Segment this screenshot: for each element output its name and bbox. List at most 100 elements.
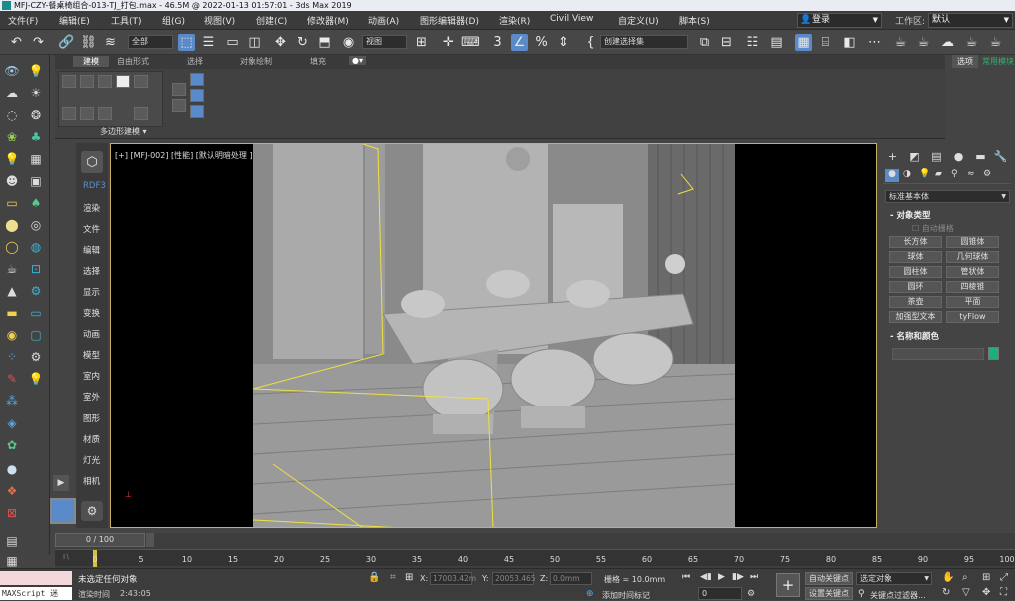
ring-icon[interactable]: ◌ <box>3 107 21 123</box>
rdf-item-materials[interactable]: 材质 <box>83 433 100 445</box>
mirror-icon[interactable]: ⧉ <box>696 34 713 51</box>
orbit-icon[interactable]: ↻ <box>942 587 950 598</box>
menu-graph-editors[interactable]: 图形编辑器(D) <box>420 14 479 27</box>
spinner-snap-icon[interactable]: ⇕ <box>555 34 572 51</box>
sphere-button[interactable]: 球体 <box>889 251 942 263</box>
undo-icon[interactable]: ↶ <box>8 34 25 51</box>
geosphere-button[interactable]: 几何球体 <box>946 251 999 263</box>
perspective-viewport[interactable]: [+] [MFJ-002] [性能] [默认明暗处理 ] ⊥ <box>110 143 877 528</box>
lamp-icon[interactable]: 💡 <box>27 371 45 387</box>
teapot-icon[interactable]: ☕ <box>3 261 21 277</box>
particles-icon[interactable]: ⁂ <box>3 393 21 409</box>
helpers-icon[interactable]: ⚲ <box>951 169 958 179</box>
selection-lock-icon[interactable]: ⌗ <box>390 572 396 583</box>
maxscript-input[interactable]: MAXScript 迷 <box>0 587 72 600</box>
tab-selection[interactable]: 选择 <box>187 56 203 67</box>
pivot-center-icon[interactable]: ⊞ <box>413 34 430 51</box>
display-tab-icon[interactable]: ▬ <box>973 149 988 164</box>
maxscript-listener[interactable] <box>0 571 72 585</box>
reference-coord-dropdown[interactable]: 视图 <box>362 35 407 49</box>
align-icon[interactable]: ⊟ <box>718 34 735 51</box>
tube-button[interactable]: 管状体 <box>946 266 999 278</box>
next-frame-icon[interactable]: ▮▶ <box>732 572 744 582</box>
name-color-header[interactable]: - 名称和颜色 <box>890 330 939 342</box>
ribbon-tool-button[interactable] <box>116 75 130 88</box>
teapot-icon[interactable]: ☕ <box>987 34 1004 51</box>
eye-icon[interactable]: 👁 <box>3 63 21 79</box>
rdf-item-transform[interactable]: 变换 <box>83 307 100 319</box>
ribbon-options-icon[interactable]: ●▾ <box>349 56 366 65</box>
rdf-item-display[interactable]: 显示 <box>83 286 100 298</box>
tab-populate[interactable]: 填充 <box>310 56 326 67</box>
curve-editor-icon[interactable]: ▦ <box>795 34 812 51</box>
ball-icon[interactable]: ● <box>3 461 21 477</box>
menu-file[interactable]: 文件(F) <box>8 14 38 27</box>
cube-icon[interactable]: ⬡ <box>81 151 103 173</box>
fluid-icon[interactable]: ◈ <box>3 415 21 431</box>
window-crossing-icon[interactable]: ◫ <box>246 34 263 51</box>
edit-named-selection-icon[interactable]: { <box>582 34 599 51</box>
target-icon[interactable]: ◎ <box>27 217 45 233</box>
globe-icon[interactable]: ◍ <box>27 239 45 255</box>
sphere-icon[interactable]: ⬤ <box>3 217 21 233</box>
rdf-item-select[interactable]: 选择 <box>83 265 100 277</box>
rdf-item-cameras[interactable]: 相机 <box>83 475 100 487</box>
rendered-frame-window-icon[interactable]: ☕ <box>892 34 909 51</box>
rdf-item-render[interactable]: 渲染 <box>83 202 100 214</box>
tab-object-paint[interactable]: 对象绘制 <box>240 56 272 67</box>
snaps-toggle-icon[interactable]: 3 <box>489 34 506 51</box>
add-time-tag[interactable]: 添加时间标记 <box>602 590 650 601</box>
play-icon[interactable]: ▶ <box>718 572 725 582</box>
scale-icon[interactable]: ⬒ <box>316 34 333 51</box>
login-dropdown[interactable]: 👤 登录 ▼ <box>797 13 882 28</box>
object-color-swatch[interactable] <box>988 347 999 360</box>
auto-key-button[interactable]: 自动关键点 <box>805 572 853 585</box>
x-coordinate-field[interactable]: 17003.42m <box>430 572 476 585</box>
geometry-icon[interactable]: ● <box>885 169 899 182</box>
ribbon-tool-button[interactable] <box>80 75 94 88</box>
rdf-item-shapes[interactable]: 图形 <box>83 412 100 424</box>
plant-icon[interactable]: ♠ <box>27 195 45 211</box>
schematic-view-icon[interactable]: ⌸ <box>817 34 834 51</box>
track-bar-toggle-icon[interactable]: I∖ <box>63 553 70 561</box>
rdf-item-interior[interactable]: 室内 <box>83 370 100 382</box>
spray-icon[interactable]: ✎ <box>3 371 21 387</box>
set-key-button[interactable]: 设置关键点 <box>805 587 853 600</box>
document-icon[interactable]: ▤ <box>3 533 21 549</box>
field-of-view-icon[interactable]: ▽ <box>962 587 970 598</box>
cylinder-button[interactable]: 圆柱体 <box>889 266 942 278</box>
absolute-mode-icon[interactable]: ⊞ <box>405 572 413 583</box>
motion-tab-icon[interactable]: ● <box>951 149 966 164</box>
key-filter-icon[interactable]: ⚲ <box>858 589 865 599</box>
previous-frame-icon[interactable]: ◀▮ <box>700 572 712 582</box>
cloud-icon[interactable]: ☁ <box>3 85 21 101</box>
ribbon-tool-button[interactable] <box>134 107 148 120</box>
ribbon-tool-button[interactable] <box>62 75 76 88</box>
selection-filter-dropdown[interactable]: 全部 <box>128 35 173 49</box>
render-production-icon[interactable]: ☕ <box>915 34 932 51</box>
zoom-extents-icon[interactable]: ⊞ <box>982 572 990 583</box>
menu-animation[interactable]: 动画(A) <box>368 14 399 27</box>
sprout-icon[interactable]: ❀ <box>3 129 21 145</box>
rdf-item-lights[interactable]: 灯光 <box>83 454 100 466</box>
set-key-plus-button[interactable]: + <box>776 573 800 597</box>
category-dropdown[interactable]: 标准基本体 ▼ <box>885 190 1010 203</box>
layer-explorer-icon[interactable]: ☷ <box>744 34 761 51</box>
plane-button[interactable]: 平面 <box>946 296 999 308</box>
cone-button[interactable]: 圆锥体 <box>946 236 999 248</box>
menu-tools[interactable]: 工具(T) <box>111 14 142 27</box>
rdf-item-exterior[interactable]: 室外 <box>83 391 100 403</box>
z-coordinate-field[interactable]: 0.0mm <box>550 572 592 585</box>
stack-icon[interactable]: ▦ <box>3 553 21 569</box>
current-frame-field[interactable]: 0 <box>698 587 742 600</box>
ribbon-tool-button[interactable] <box>190 89 204 102</box>
tab-freeform[interactable]: 自由形式 <box>117 56 149 67</box>
ribbon-tool-button[interactable] <box>98 75 112 88</box>
create-tab-icon[interactable]: + <box>885 149 900 164</box>
lock-icon[interactable]: 🔒 <box>368 572 380 583</box>
menu-modifiers[interactable]: 修改器(M) <box>307 14 349 27</box>
bind-space-warp-icon[interactable]: ≋ <box>102 34 119 51</box>
ribbon-tool-button[interactable] <box>190 105 204 118</box>
render-setup-icon[interactable]: ⋯ <box>866 34 883 51</box>
pyramid-button[interactable]: 四棱锥 <box>946 281 999 293</box>
